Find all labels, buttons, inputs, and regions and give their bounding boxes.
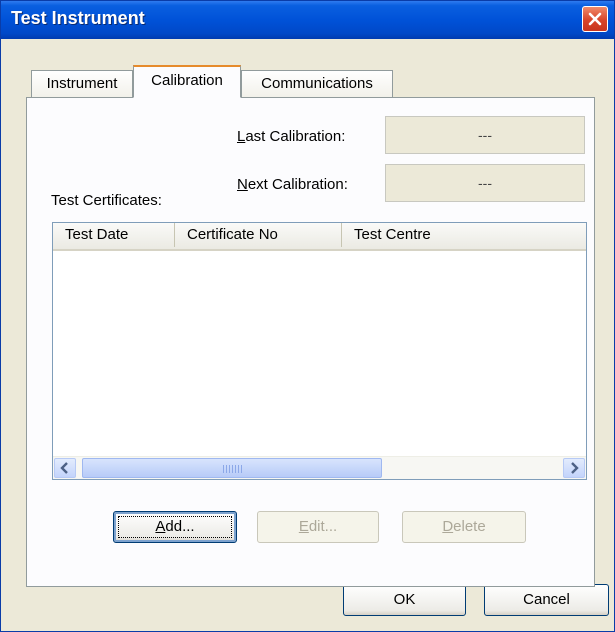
title-bar[interactable]: Test Instrument xyxy=(1,1,614,39)
next-calibration-accel: N xyxy=(237,176,248,193)
delete-accel: D xyxy=(442,518,454,535)
cancel-button[interactable]: Cancel xyxy=(484,584,609,616)
certificates-list[interactable]: Test Date Certificate No Test Centre xyxy=(52,222,587,480)
delete-button[interactable]: Delete xyxy=(402,511,526,543)
next-calibration-label-text: ext Calibration: xyxy=(247,176,348,193)
edit-button[interactable]: Edit... xyxy=(257,511,379,543)
test-instrument-dialog: Test Instrument Instrument Calibration C… xyxy=(0,0,615,632)
next-calibration-label: Next Calibration: xyxy=(237,176,348,193)
delete-label: elete xyxy=(453,518,486,535)
scroll-thumb-grip xyxy=(223,465,243,473)
next-calibration-value: --- xyxy=(478,175,492,191)
window-title: Test Instrument xyxy=(11,8,145,28)
column-header-certificate-no[interactable]: Certificate No xyxy=(175,223,342,247)
scroll-right-button[interactable] xyxy=(563,458,585,478)
close-icon xyxy=(588,12,602,26)
tab-calibration[interactable]: Calibration xyxy=(133,65,241,98)
focus-ring xyxy=(118,516,232,538)
tab-communications[interactable]: Communications xyxy=(241,70,393,97)
ok-button[interactable]: OK xyxy=(343,584,466,616)
calibration-panel: Last Calibration: --- Next Calibration: … xyxy=(26,97,595,587)
tab-instrument-label: Instrument xyxy=(46,75,118,92)
column-header-test-date[interactable]: Test Date xyxy=(53,223,175,247)
column-header-test-centre[interactable]: Test Centre xyxy=(342,223,586,247)
edit-label: dit... xyxy=(308,518,338,535)
scroll-left-button[interactable] xyxy=(54,458,76,478)
next-calibration-field: --- xyxy=(385,164,585,202)
add-button[interactable]: Add... xyxy=(113,511,237,543)
last-calibration-value: --- xyxy=(478,127,492,143)
tab-communications-label: Communications xyxy=(261,75,373,92)
tab-instrument[interactable]: Instrument xyxy=(31,70,133,97)
tab-calibration-label: Calibration xyxy=(151,72,223,89)
test-certificates-label: Test Certificates: xyxy=(51,192,162,209)
list-header: Test Date Certificate No Test Centre xyxy=(53,223,586,251)
last-calibration-field: --- xyxy=(385,116,585,154)
chevron-left-icon xyxy=(60,462,68,474)
scroll-thumb[interactable] xyxy=(82,458,382,478)
close-button[interactable] xyxy=(582,6,608,32)
horizontal-scrollbar[interactable] xyxy=(53,456,586,479)
last-calibration-label: Last Calibration: xyxy=(237,128,345,145)
edit-accel: E xyxy=(298,518,309,535)
chevron-right-icon xyxy=(571,462,579,474)
last-calibration-label-text: ast Calibration: xyxy=(245,128,346,145)
